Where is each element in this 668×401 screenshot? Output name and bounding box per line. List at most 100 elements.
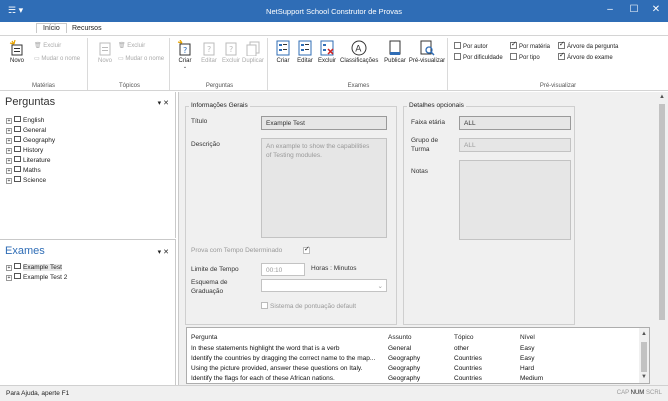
tree-item-example-test[interactable]: + Example Test bbox=[6, 263, 62, 271]
exame-previsualizar-button[interactable]: Pré-visualizar bbox=[408, 40, 446, 64]
materia-mudar-nome-button[interactable]: ▭ Mudar o nome bbox=[34, 55, 80, 62]
group-topicos: Novo 🗑 Excluir ▭ Mudar o nome Tópicos bbox=[90, 38, 170, 90]
perguntas-pane-controls[interactable]: ▾ ✕ bbox=[158, 99, 169, 107]
por-dificuldade-checkbox[interactable]: Por dificuldade bbox=[454, 53, 503, 61]
duplicate-question-icon bbox=[246, 41, 260, 56]
tree-item-geography[interactable]: + Geography bbox=[6, 136, 55, 144]
col-header-pergunta[interactable]: Pergunta bbox=[191, 334, 217, 341]
tree-item-history[interactable]: + History bbox=[6, 146, 43, 154]
svg-text:?: ? bbox=[207, 45, 211, 54]
group-label: Tópicos bbox=[118, 83, 140, 89]
svg-text:?: ? bbox=[229, 45, 233, 54]
new-subject-icon bbox=[9, 40, 23, 56]
num-indicator: NUM bbox=[630, 390, 645, 396]
tree-item-science[interactable]: + Science bbox=[6, 176, 46, 184]
col-header-assunto[interactable]: Assunto bbox=[388, 334, 412, 341]
table-cell: Medium bbox=[520, 375, 544, 382]
prova-tempo-label: Prova com Tempo Determinado bbox=[191, 247, 283, 254]
sistema-pontuacao-checkbox[interactable]: Sistema de pontuação default bbox=[261, 302, 356, 310]
ribbon: Novo 🗑 Excluir ▭ Mudar o nome Matérias N… bbox=[0, 35, 668, 91]
exames-pane-title: Exames bbox=[5, 245, 45, 257]
scroll-down-arrow[interactable]: ▼ bbox=[639, 374, 649, 380]
svg-text:A: A bbox=[355, 45, 362, 55]
table-cell: Easy bbox=[520, 345, 535, 352]
tree-item-general[interactable]: + General bbox=[6, 126, 46, 134]
table-row[interactable]: Using the picture provided, answer these… bbox=[191, 365, 363, 372]
grupo-turma-label: Grupo de Turma bbox=[411, 137, 439, 153]
table-cell: Geography bbox=[388, 355, 421, 362]
topico-novo-button[interactable]: Novo bbox=[92, 40, 118, 64]
tree-item-english[interactable]: + English bbox=[6, 116, 44, 124]
scroll-thumb[interactable] bbox=[659, 104, 665, 320]
table-cell: Geography bbox=[388, 365, 421, 372]
table-cell: General bbox=[388, 345, 412, 352]
scroll-up-arrow[interactable]: ▲ bbox=[657, 94, 667, 100]
scroll-up-arrow[interactable]: ▲ bbox=[639, 331, 649, 337]
tree-item-literature[interactable]: + Literature bbox=[6, 156, 50, 164]
tab-inicio[interactable]: Início bbox=[36, 23, 67, 33]
exames-pane: Exames ▾ ✕ + Example Test + Example Test 2 bbox=[0, 239, 176, 385]
table-cell: Countries bbox=[454, 375, 482, 382]
window-title: NetSupport School Construtor de Provas bbox=[266, 7, 402, 16]
group-exames: Criar Editar Excluir A Classificações Pu… bbox=[270, 38, 448, 90]
folder-icon bbox=[14, 156, 21, 162]
question-list-scrollbar[interactable]: ▲ ▼ bbox=[639, 328, 649, 383]
notas-field[interactable] bbox=[459, 160, 571, 240]
titulo-field[interactable]: Example Test bbox=[261, 116, 387, 130]
scroll-thumb[interactable] bbox=[641, 342, 647, 372]
topico-excluir-button[interactable]: 🗑 Excluir bbox=[118, 42, 145, 49]
title-bar: ☴ ▾ NetSupport School Construtor de Prov… bbox=[0, 0, 668, 22]
folder-icon bbox=[14, 116, 21, 122]
close-button[interactable]: ✕ bbox=[646, 4, 666, 15]
create-exam-icon bbox=[276, 40, 290, 56]
group-label: Pré-visualizar bbox=[539, 83, 577, 89]
tab-recursos[interactable]: Recursos bbox=[66, 24, 108, 33]
limite-tempo-spinner[interactable]: 00:10 bbox=[261, 263, 305, 276]
exame-publicar-button[interactable]: Publicar bbox=[382, 40, 408, 64]
table-row[interactable]: In these statements highlight the word t… bbox=[191, 345, 340, 352]
maximize-button[interactable]: ☐ bbox=[624, 4, 644, 15]
folder-icon bbox=[14, 126, 21, 132]
tree-item-maths[interactable]: + Maths bbox=[6, 166, 41, 174]
pergunta-duplicar-button[interactable]: Duplicar bbox=[240, 40, 266, 64]
materia-novo-button[interactable]: Novo bbox=[4, 40, 30, 64]
materia-excluir-button[interactable]: 🗑 Excluir bbox=[34, 42, 61, 49]
folder-icon bbox=[14, 146, 21, 152]
minimize-button[interactable]: – bbox=[600, 4, 620, 15]
topico-mudar-nome-button[interactable]: ▭ Mudar o nome bbox=[118, 55, 164, 62]
por-materia-checkbox[interactable]: Por matéria bbox=[510, 40, 550, 50]
titulo-label: Título bbox=[191, 118, 208, 125]
group-perguntas: ? Criar ⌄ ? Editar ? Excluir Duplicar Pe… bbox=[172, 38, 268, 90]
faixa-etaria-label: Faixa etária bbox=[411, 119, 445, 126]
exames-pane-controls[interactable]: ▾ ✕ bbox=[158, 248, 169, 256]
prova-tempo-checkbox[interactable] bbox=[303, 245, 310, 254]
esquema-dropdown[interactable]: ⌄ bbox=[261, 279, 387, 292]
edit-exam-icon bbox=[298, 40, 312, 56]
arvore-pergunta-checkbox[interactable]: Árvore da pergunta bbox=[558, 40, 618, 50]
faixa-etaria-field[interactable]: ALL bbox=[459, 116, 571, 130]
table-cell: Easy bbox=[520, 355, 535, 362]
col-header-nivel[interactable]: Nível bbox=[520, 334, 535, 341]
pergunta-criar-button[interactable]: ? Criar ⌄ bbox=[172, 40, 198, 70]
por-tipo-checkbox[interactable]: Por tipo bbox=[510, 53, 540, 61]
create-question-icon: ? bbox=[177, 40, 191, 56]
group-previsualizar: Por autor Por dificuldade Por matéria Po… bbox=[450, 38, 666, 90]
por-autor-checkbox[interactable]: Por autor bbox=[454, 42, 488, 50]
status-bar: Para Ajuda, aperte F1 CAP NUM SCRL bbox=[0, 385, 668, 401]
main-scrollbar[interactable]: ▲ bbox=[657, 92, 667, 385]
folder-icon bbox=[14, 166, 21, 172]
folder-icon bbox=[14, 136, 21, 142]
grupo-turma-field[interactable]: ALL bbox=[459, 138, 571, 152]
descricao-field[interactable]: An example to show the capabilities of T… bbox=[261, 138, 387, 238]
arvore-exame-checkbox[interactable]: Árvore do exame bbox=[558, 51, 613, 61]
table-row[interactable]: Identify the flags for each of these Afr… bbox=[191, 375, 335, 382]
exame-classificacoes-button[interactable]: A Classificações bbox=[340, 40, 378, 64]
tree-item-example-test-2[interactable]: + Example Test 2 bbox=[6, 273, 67, 281]
perguntas-pane-title: Perguntas bbox=[5, 96, 56, 108]
notas-label: Notas bbox=[411, 168, 428, 175]
publish-icon bbox=[389, 40, 401, 55]
delete-question-icon: ? bbox=[225, 42, 237, 56]
table-row[interactable]: Identify the countries by dragging the c… bbox=[191, 355, 375, 362]
col-header-topico[interactable]: Tópico bbox=[454, 334, 474, 341]
exame-excluir-button[interactable]: Excluir bbox=[314, 40, 340, 64]
